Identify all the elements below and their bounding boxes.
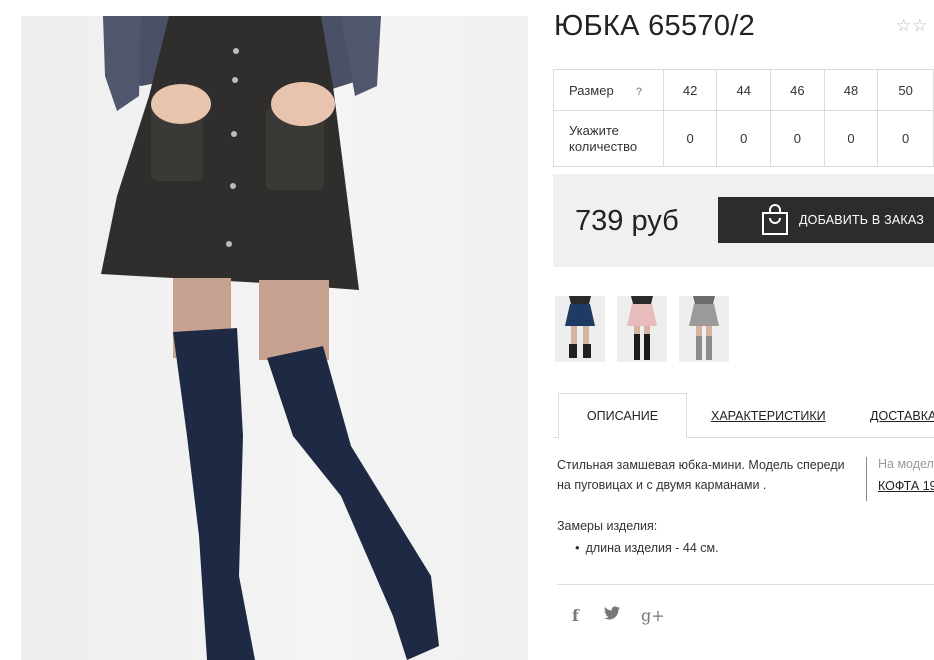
- quantity-input[interactable]: 0: [716, 110, 772, 167]
- size-option[interactable]: 48: [823, 69, 879, 111]
- quantity-input[interactable]: 0: [877, 110, 934, 167]
- thumbnail-image: [617, 296, 667, 362]
- size-table: Размер? 42 44 46 48 50 Укажите количеств…: [553, 69, 934, 167]
- tab-delivery[interactable]: ДОСТАВКА: [870, 393, 934, 438]
- model-label: На модел: [878, 457, 934, 471]
- size-option[interactable]: 42: [662, 69, 718, 111]
- tab-characteristics[interactable]: ХАРАКТЕРИСТИКИ: [711, 393, 826, 438]
- measures-list: длина изделия - 44 см.: [575, 540, 719, 555]
- facebook-icon[interactable]: f: [572, 606, 579, 625]
- size-label: Размер: [569, 82, 614, 98]
- price-block: 739 руб ДОБАВИТЬ В ЗАКАЗ: [553, 174, 934, 267]
- tab-description[interactable]: ОПИСАНИЕ: [558, 393, 687, 438]
- size-option[interactable]: 44: [716, 69, 772, 111]
- quantity-label: Укажите количество: [553, 110, 664, 167]
- quantity-row: Укажите количество 0 0 0 0 0: [553, 110, 934, 167]
- thumbnail-image: [555, 296, 605, 362]
- help-icon[interactable]: ?: [636, 86, 643, 98]
- size-option[interactable]: 46: [770, 69, 825, 111]
- thumbnail-image: [679, 296, 729, 362]
- star-icon[interactable]: ☆☆: [896, 16, 928, 36]
- add-to-cart-button[interactable]: ДОБАВИТЬ В ЗАКАЗ: [718, 197, 934, 243]
- size-option[interactable]: 50: [877, 69, 934, 111]
- product-photo: [101, 16, 439, 660]
- size-label-cell: Размер?: [553, 69, 664, 111]
- thumbnail-navy[interactable]: [555, 296, 605, 362]
- price: 739 руб: [575, 205, 679, 237]
- measure-item: длина изделия - 44 см.: [575, 540, 719, 555]
- quantity-input[interactable]: 0: [823, 110, 879, 167]
- quantity-input[interactable]: 0: [662, 110, 718, 167]
- product-description: Стильная замшевая юбка-мини. Модель спер…: [557, 458, 845, 492]
- product-title: ЮБКА 65570/2: [554, 10, 756, 42]
- measures-title: Замеры изделия:: [557, 519, 658, 533]
- model-link[interactable]: КОФТА 19: [878, 479, 934, 493]
- shopping-bag-icon: [762, 204, 788, 235]
- size-row: Размер? 42 44 46 48 50: [553, 69, 934, 111]
- divider: [557, 584, 934, 585]
- quantity-input[interactable]: 0: [770, 110, 825, 167]
- add-to-cart-label: ДОБАВИТЬ В ЗАКАЗ: [799, 213, 925, 227]
- model-info: На модел КОФТА 19: [866, 457, 934, 501]
- thumbnail-grey[interactable]: [679, 296, 729, 362]
- twitter-icon[interactable]: [604, 606, 620, 625]
- main-product-image[interactable]: [21, 16, 528, 660]
- google-plus-icon[interactable]: g+: [641, 606, 665, 625]
- twitter-bird-icon: [604, 606, 620, 620]
- thumbnail-pink[interactable]: [617, 296, 667, 362]
